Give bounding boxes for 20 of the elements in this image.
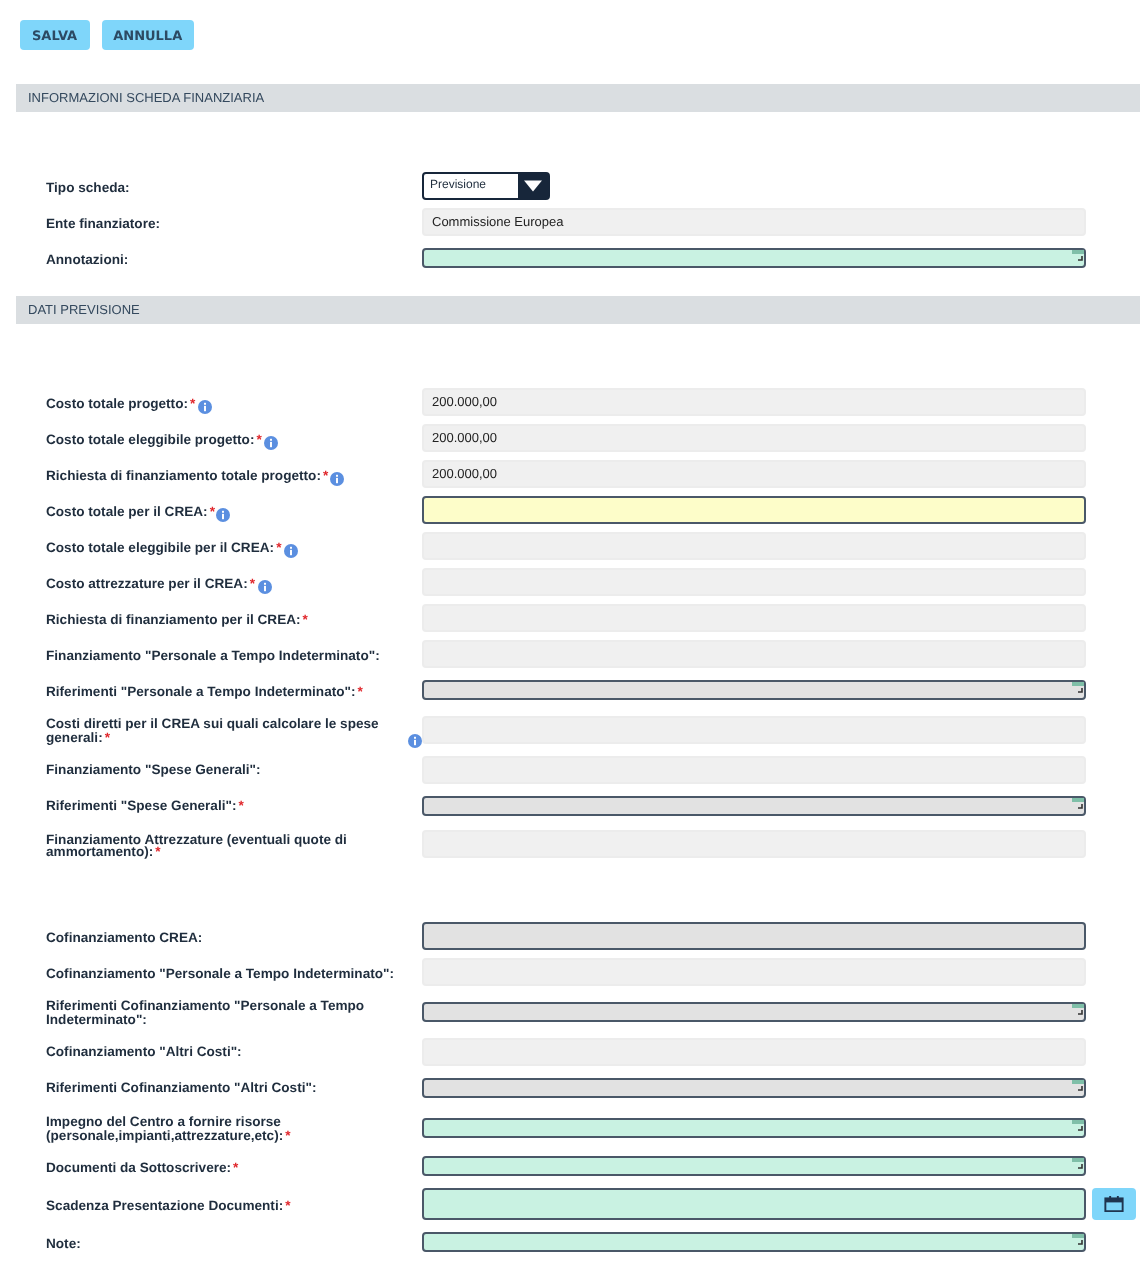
date-field[interactable] [422,1188,1086,1221]
text-area[interactable] [422,1156,1086,1177]
text-area[interactable] [422,1117,1086,1138]
calendar-icon [1104,1196,1124,1213]
info-icon[interactable] [263,435,278,449]
resize-handle-icon[interactable] [1072,1119,1084,1132]
resize-handle-icon[interactable] [1072,1158,1084,1171]
calendar-button[interactable] [1092,1188,1136,1221]
info-icon[interactable] [330,471,345,485]
info-icon[interactable] [257,579,271,593]
info-icon[interactable] [197,399,212,413]
resize-handle-icon[interactable] [1072,250,1084,262]
caret-icon [524,180,542,192]
resize-handle-icon[interactable] [1072,1234,1084,1247]
info-icon[interactable] [216,507,231,521]
info-icon[interactable] [283,543,298,557]
text-area[interactable] [422,1232,1086,1253]
input-field[interactable] [422,496,1086,524]
text-area[interactable] [422,248,1086,268]
info-icon[interactable] [408,733,422,748]
